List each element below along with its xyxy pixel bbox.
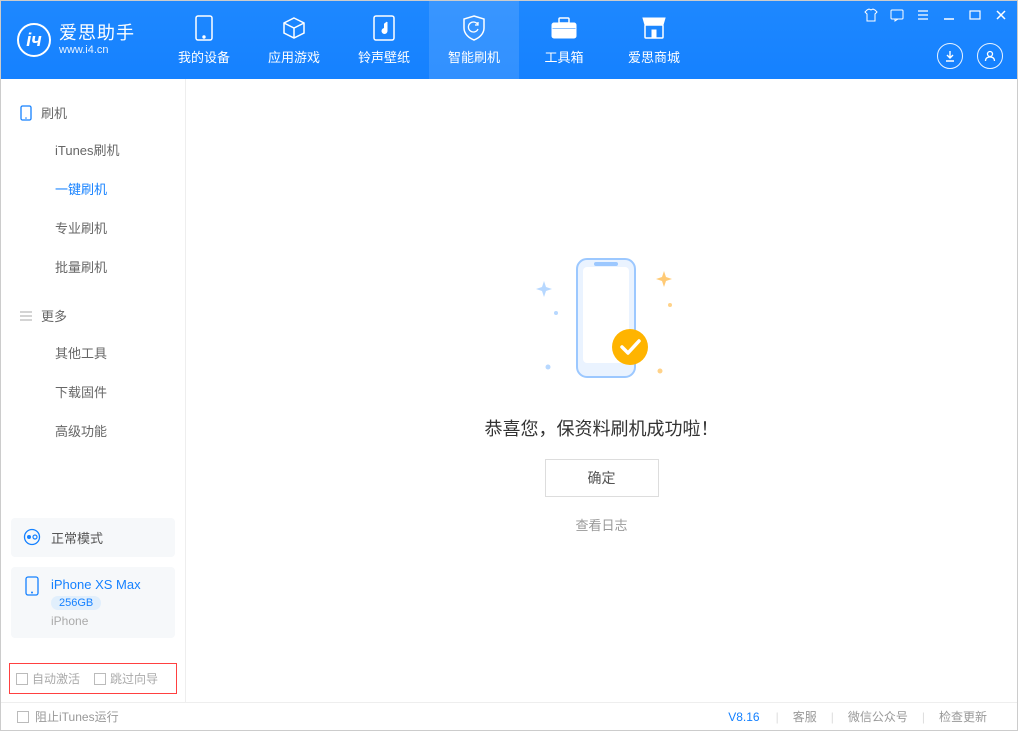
sidebar-section-flash: 刷机 [1,95,185,130]
section-title: 更多 [41,306,67,325]
nav-label: 我的设备 [178,47,230,66]
nav-ringtones[interactable]: 铃声壁纸 [339,1,429,79]
checkbox-auto-activate[interactable]: 自动激活 [16,670,80,687]
logo-icon: iч [17,23,51,57]
device-storage-badge: 256GB [51,596,101,610]
download-icon[interactable] [937,43,963,69]
nav-label: 智能刷机 [448,47,500,66]
app-url: www.i4.cn [59,44,135,56]
success-message: 恭喜您，保资料刷机成功啦！ [485,415,719,441]
mode-icon [23,528,41,546]
cube-icon [281,15,307,41]
nav-label: 工具箱 [544,47,583,66]
device-icon [191,15,217,41]
success-illustration [522,247,682,397]
menu-icon[interactable] [915,7,931,23]
checkbox-block-itunes[interactable]: 阻止iTunes运行 [17,708,119,725]
header-actions [937,43,1003,69]
logo-block: iч 爱思助手 www.i4.cn [17,1,159,79]
device-phone-icon [23,577,41,595]
nav-label: 爱思商城 [628,47,680,66]
main-content: 恭喜您，保资料刷机成功啦！ 确定 查看日志 [186,79,1017,702]
sidebar-item-other-tools[interactable]: 其他工具 [1,333,185,372]
nav-store[interactable]: 爱思商城 [609,1,699,79]
nav-toolbox[interactable]: 工具箱 [519,1,609,79]
mode-card[interactable]: 正常模式 [11,518,175,557]
main-nav: 我的设备 应用游戏 铃声壁纸 智能刷机 工具箱 [159,1,699,79]
user-icon[interactable] [977,43,1003,69]
toolbox-icon [551,15,577,41]
checkbox-icon [16,673,28,685]
sidebar-bottom: 正常模式 iPhone XS Max 256GB iPhone [11,518,175,648]
device-info: iPhone XS Max 256GB iPhone [51,577,141,628]
nav-smart-flash[interactable]: 智能刷机 [429,1,519,79]
footer-link-update[interactable]: 检查更新 [925,708,1001,725]
app-name: 爱思助手 [59,24,135,44]
nav-my-device[interactable]: 我的设备 [159,1,249,79]
feedback-icon[interactable] [889,7,905,23]
skin-icon[interactable] [863,7,879,23]
nav-label: 应用游戏 [268,47,320,66]
sidebar-item-batch-flash[interactable]: 批量刷机 [1,247,185,286]
footer-link-wechat[interactable]: 微信公众号 [834,708,922,725]
minimize-icon[interactable] [941,7,957,23]
checkbox-icon [94,673,106,685]
shield-refresh-icon [461,15,487,41]
device-name: iPhone XS Max [51,577,141,592]
checkbox-skip-wizard[interactable]: 跳过向导 [94,670,158,687]
sidebar-item-oneclick-flash[interactable]: 一键刷机 [1,169,185,208]
status-bar: 阻止iTunes运行 V8.16 | 客服 | 微信公众号 | 检查更新 [1,702,1017,730]
list-icon [19,309,33,323]
footer-link-support[interactable]: 客服 [779,708,831,725]
body: 刷机 iTunes刷机 一键刷机 专业刷机 批量刷机 更多 其他工具 下载固件 … [1,79,1017,702]
sidebar: 刷机 iTunes刷机 一键刷机 专业刷机 批量刷机 更多 其他工具 下载固件 … [1,79,186,702]
close-icon[interactable] [993,7,1009,23]
app-header: iч 爱思助手 www.i4.cn 我的设备 应用游戏 铃声壁纸 [1,1,1017,79]
checkbox-icon [17,711,29,723]
ok-button[interactable]: 确定 [545,459,659,497]
mode-label: 正常模式 [51,528,103,547]
device-type: iPhone [51,614,141,628]
music-file-icon [371,15,397,41]
sidebar-item-itunes-flash[interactable]: iTunes刷机 [1,130,185,169]
store-icon [641,15,667,41]
sidebar-item-pro-flash[interactable]: 专业刷机 [1,208,185,247]
checkbox-label: 阻止iTunes运行 [35,708,119,725]
nav-label: 铃声壁纸 [358,47,410,66]
view-log-link[interactable]: 查看日志 [575,515,627,534]
sidebar-item-download-firmware[interactable]: 下载固件 [1,372,185,411]
device-card[interactable]: iPhone XS Max 256GB iPhone [11,567,175,638]
section-title: 刷机 [41,103,67,122]
logo-text: 爱思助手 www.i4.cn [59,24,135,56]
checkbox-label: 自动激活 [32,670,80,687]
nav-apps-games[interactable]: 应用游戏 [249,1,339,79]
highlighted-checkbox-row: 自动激活 跳过向导 [9,663,177,694]
sidebar-section-more: 更多 [1,298,185,333]
phone-icon [19,106,33,120]
sidebar-item-advanced[interactable]: 高级功能 [1,411,185,450]
window-controls [863,7,1009,23]
checkbox-label: 跳过向导 [110,670,158,687]
maximize-icon[interactable] [967,7,983,23]
footer-right: V8.16 | 客服 | 微信公众号 | 检查更新 [728,708,1001,725]
version-label: V8.16 [728,710,759,724]
